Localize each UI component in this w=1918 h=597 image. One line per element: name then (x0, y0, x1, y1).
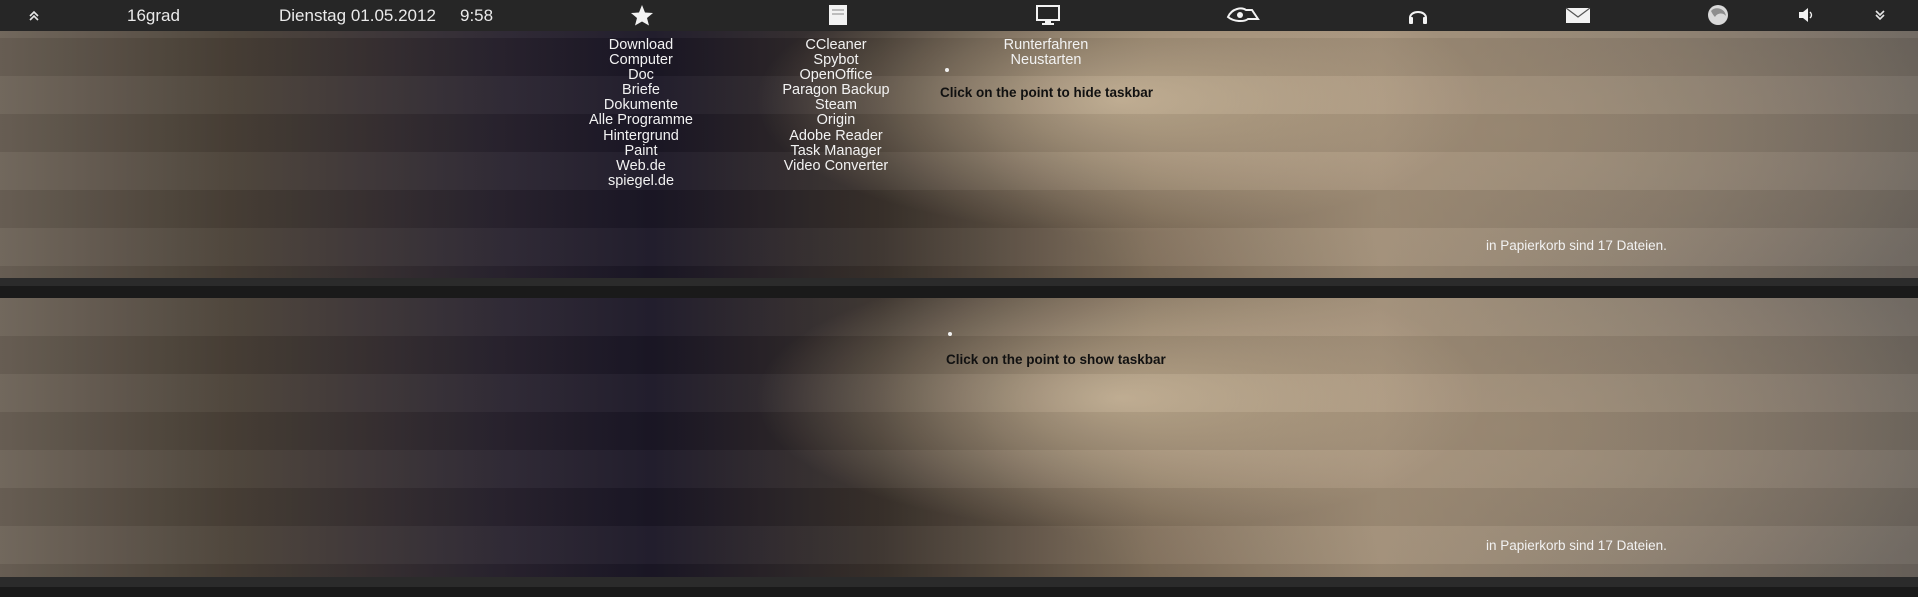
speaker-icon[interactable] (1796, 4, 1816, 26)
places-menu-item[interactable]: Computer (576, 52, 706, 68)
places-menu-item[interactable]: Briefe (576, 83, 706, 98)
menu-column-power: Runterfahren Neustarten (986, 37, 1106, 68)
deviantart-icon[interactable] (1226, 4, 1260, 26)
hide-taskbar-point[interactable] (945, 68, 949, 72)
programs-menu-item[interactable]: Spybot (771, 52, 901, 68)
show-taskbar-hint: Click on the point to show taskbar (946, 352, 1166, 367)
places-menu-item[interactable]: Hintergrund (576, 128, 706, 144)
places-menu-item[interactable]: Download (576, 37, 706, 53)
programs-menu-item[interactable]: Steam (771, 98, 901, 113)
places-menu-item[interactable]: Dokumente (576, 98, 706, 113)
firefox-icon[interactable] (1705, 4, 1731, 26)
time-label: 9:58 (460, 6, 494, 25)
weather-label: 16grad (127, 6, 180, 25)
programs-menu-item[interactable]: CCleaner (771, 37, 901, 53)
places-menu-item[interactable]: spiegel.de (576, 173, 706, 189)
date-label: Dienstag 01.05.2012 (279, 6, 436, 25)
wallpaper (0, 0, 1918, 278)
double-chevron-up-icon[interactable] (24, 4, 44, 26)
programs-menu-item[interactable]: OpenOffice (771, 68, 901, 83)
places-menu-item[interactable]: Alle Programme (576, 113, 706, 128)
programs-menu-item[interactable]: Task Manager (771, 143, 901, 159)
hide-taskbar-hint: Click on the point to hide taskbar (940, 85, 1154, 100)
programs-menu-item[interactable]: Paragon Backup (771, 83, 901, 98)
show-taskbar-point[interactable] (948, 332, 952, 336)
programs-menu-item[interactable]: Origin (771, 113, 901, 128)
double-chevron-down-icon[interactable] (1870, 4, 1890, 26)
places-menu-item[interactable]: Paint (576, 143, 706, 159)
headphones-icon[interactable] (1406, 4, 1430, 26)
programs-menu-item[interactable]: Video Converter (771, 158, 901, 174)
trash-status: in Papierkorb sind 17 Dateien. (1486, 538, 1667, 553)
monitor-icon[interactable] (1035, 4, 1061, 26)
trash-status: in Papierkorb sind 17 Dateien. (1486, 238, 1667, 253)
panel-divider (0, 278, 1918, 286)
menu-column-places: Download Computer Doc Briefe Dokumente Alle P… (576, 37, 706, 189)
power-menu-item[interactable]: Neustarten (986, 52, 1106, 68)
taskbar: 16grad Dienstag 01.05.2012 9:58 (0, 0, 1918, 31)
document-icon[interactable] (826, 4, 850, 26)
desktop-with-taskbar: 16grad Dienstag 01.05.2012 9:58 Download… (0, 0, 1918, 278)
star-icon[interactable] (630, 4, 654, 26)
mail-icon[interactable] (1565, 4, 1591, 26)
desktop-without-taskbar: Click on the point to show taskbar in Pa… (0, 298, 1918, 577)
panel-divider (0, 577, 1918, 587)
programs-menu-item[interactable]: Adobe Reader (771, 128, 901, 144)
places-menu-item[interactable]: Doc (576, 68, 706, 83)
menu-column-programs: CCleaner Spybot OpenOffice Paragon Backup St… (771, 37, 901, 174)
power-menu-item[interactable]: Runterfahren (986, 37, 1106, 53)
places-menu-item[interactable]: Web.de (576, 158, 706, 174)
wallpaper (0, 298, 1918, 577)
